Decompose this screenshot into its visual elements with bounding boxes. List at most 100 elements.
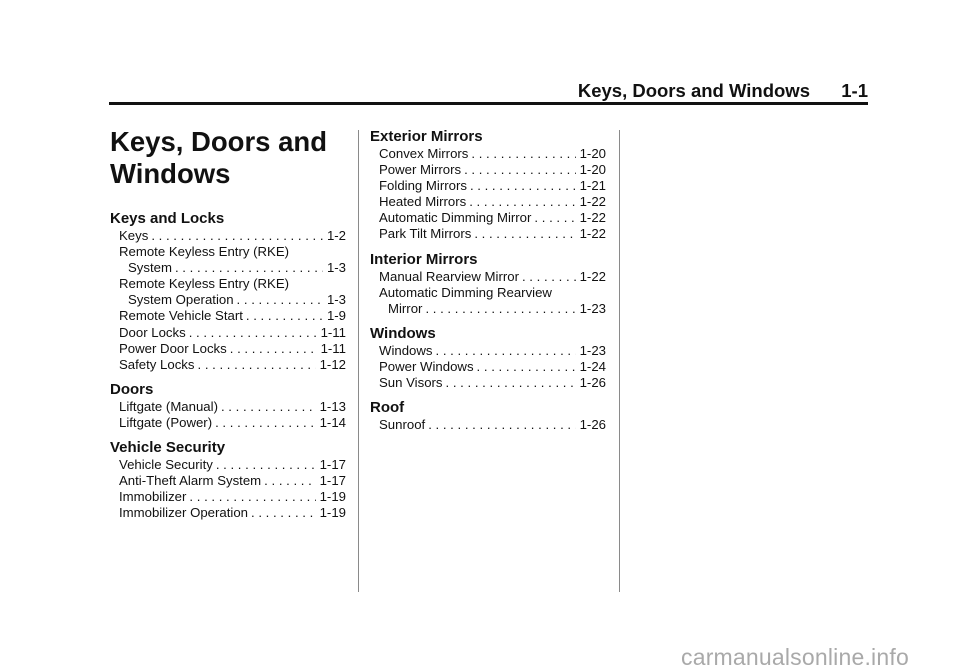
entry-label: Keys [119,228,149,243]
entry-label: Power Door Locks [119,340,227,356]
dot-leader [198,357,316,373]
entry-label: Automatic Dimming Mirror [379,210,532,226]
entry-label: Park Tilt Mirrors [379,226,472,242]
entry-page-number: 1-20 [579,162,606,178]
entry-page-number: 1-14 [319,414,346,430]
toc-entry[interactable]: Power Mirrors 1-20 [370,162,606,178]
toc-entry[interactable]: Windows 1-23 [370,343,606,359]
dot-leader [175,260,323,276]
entry-page-number: 1-13 [319,398,346,414]
toc-section-roof: RoofSunroof 1-26 [370,399,606,433]
watermark: carmanualsonline.info [681,644,909,670]
section-heading: Windows [370,324,436,342]
toc-entry[interactable]: Power Door Locks 1-11 [110,341,346,357]
entry-page-number: 1-12 [319,356,346,372]
entry-label-continued: System [128,260,172,276]
toc-section-interior-mirrors: Interior MirrorsManual Rearview Mirror 1-… [370,251,606,317]
dot-leader [425,301,575,317]
dot-leader [251,505,316,521]
toc-entry[interactable]: Door Locks 1-11 [110,325,346,341]
toc-entry[interactable]: Remote Keyless Entry (RKE) System Operati… [110,276,346,308]
entry-page-number: 1-11 [320,324,346,340]
entry-page-number: 1-23 [579,300,606,316]
toc-entry[interactable]: Vehicle Security 1-17 [110,457,346,473]
chapter-title-line-1: Keys, Doors and [110,126,328,157]
entry-label: Power Windows [379,358,474,374]
entry-label: Remote Vehicle Start [119,308,243,324]
section-heading: Keys and Locks [110,210,225,227]
toc-entry[interactable]: Sunroof 1-26 [370,417,606,433]
toc-entry[interactable]: Heated Mirrors 1-22 [370,194,606,210]
chapter-title: Keys, Doors and Windows [110,126,350,190]
entry-page-number: 1-23 [579,342,606,358]
toc-entry[interactable]: Power Windows 1-24 [370,359,606,375]
entry-page-number: 1-20 [579,146,606,161]
entry-page-number: 1-19 [319,489,346,505]
toc-entry[interactable]: Convex Mirrors 1-20 [370,146,606,162]
entry-label: Vehicle Security [119,457,213,473]
entry-label: Safety Locks [119,356,195,372]
entry-page-number: 1-24 [579,358,606,374]
entry-label: Manual Rearview Mirror [379,268,519,284]
entry-label: Folding Mirrors [379,178,467,194]
dot-leader [189,489,315,505]
toc-section-windows: WindowsWindows 1-23 Power Windows 1-24Sun V… [370,325,606,391]
dot-leader [464,162,576,178]
dot-leader [428,417,575,433]
toc-entry[interactable]: Sun Visors 1-26 [370,375,606,391]
toc-entry[interactable]: Folding Mirrors 1-21 [370,178,606,194]
toc-section-vehicle-security: Vehicle SecurityVehicle Security1-17Anti… [110,439,346,521]
entry-page-number: 1-22 [579,194,606,210]
entry-label: Power Mirrors [379,162,462,178]
entry-page-number: 1-3 [326,260,346,276]
entry-page-number: 1-26 [579,417,606,433]
entry-label: Automatic Dimming Rearview [379,284,552,300]
entry-label: Immobilizer Operation [119,505,248,521]
entry-label-continued: System Operation [128,292,234,308]
column-divider [619,130,620,592]
toc-entry[interactable]: Anti-Theft Alarm System 1-17 [110,473,346,489]
dot-leader [215,415,316,431]
entry-page-number: 1-21 [579,178,606,194]
dot-leader [471,146,575,162]
section-heading: Vehicle Security [110,439,226,457]
dot-leader [264,473,315,489]
header-page-number: 1-1 [841,80,868,101]
dot-leader [477,359,576,375]
toc-entry[interactable]: Safety Locks 1-12 [110,357,346,373]
dot-leader [522,269,576,285]
toc-entry[interactable]: Remote Keyless Entry (RKE)System 1-3 [110,244,346,276]
toc-entry[interactable]: Keys 1-2 [110,228,346,244]
entry-label-continued: Mirror [388,300,423,316]
dot-leader [216,457,316,473]
entry-label: Windows [379,342,433,358]
dot-leader [151,228,323,244]
toc-entry[interactable]: Immobilizer Operation 1-19 [110,505,346,521]
entry-label: Immobilizer [119,489,187,505]
header-rule [109,102,868,105]
entry-page-number: 1-19 [319,505,346,521]
toc-entry[interactable]: Automatic Dimming RearviewMirror 1-23 [370,285,606,317]
chapter-title-line-2: Windows [110,158,231,189]
dot-leader [436,343,576,359]
entry-label: Liftgate (Manual) [119,398,218,414]
toc-entry[interactable]: Manual Rearview Mirror 1-22 [370,269,606,285]
toc-entry[interactable]: Park Tilt Mirrors 1-22 [370,226,606,242]
section-heading: Interior Mirrors [370,250,478,268]
column-divider [358,130,359,592]
toc-entry[interactable]: Liftgate (Manual) 1-13 [110,399,346,415]
toc-section-doors: DoorsLiftgate (Manual)1-13Liftgate (Powe… [110,381,346,431]
dot-leader [469,194,575,210]
toc-entry[interactable]: Remote Vehicle Start 1-9 [110,308,346,324]
entry-page-number: 1-11 [320,340,346,356]
section-heading: Roof [370,399,405,417]
toc-section-keys-and-locks: Keys and LocksKeys1-2Remote Keyless Entr… [110,210,346,373]
header-title: Keys, Doors and Windows [577,80,810,101]
toc-entry[interactable]: Immobilizer 1-19 [110,489,346,505]
toc-entry[interactable]: Automatic Dimming Mirror 1-22 [370,210,606,226]
entry-label: Remote Keyless Entry (RKE) [119,244,290,260]
toc-entry[interactable]: Liftgate (Power) 1-14 [110,415,346,431]
entry-page-number: 1-22 [579,226,606,242]
entry-label: Anti-Theft Alarm System [119,473,262,489]
entry-label: Heated Mirrors [379,194,467,210]
